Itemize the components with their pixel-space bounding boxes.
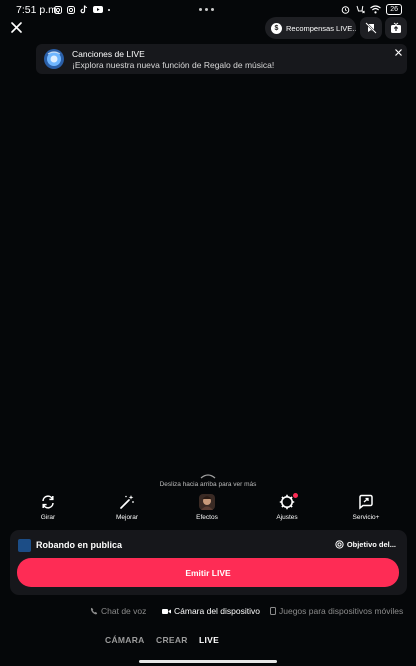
tiktok-icon	[80, 5, 88, 14]
coin-icon: $	[271, 22, 282, 34]
home-indicator[interactable]	[139, 660, 277, 663]
wifi-icon	[370, 5, 382, 14]
service-icon	[359, 494, 373, 510]
swipe-up-hint: Desliza hacia arriba para ver más	[159, 481, 257, 488]
share-screen-icon	[391, 22, 401, 33]
tool-label: Girar	[40, 514, 56, 521]
battery-icon: 26	[386, 4, 402, 15]
tab-live[interactable]: LIVE	[199, 635, 219, 645]
gift-off-icon	[365, 22, 377, 34]
close-icon	[10, 21, 22, 33]
camera-icon	[162, 608, 171, 614]
live-mode-selector: Chat de voz Cámara del dispositivo Juego…	[0, 606, 416, 618]
mode-label: Juegos para dispositivos móviles	[279, 606, 404, 616]
enhance-button[interactable]: Mejorar	[97, 493, 157, 521]
service-plus-button[interactable]: Servicio+	[336, 493, 396, 521]
close-icon	[394, 48, 402, 56]
bottom-tabs: CÁMARA CREAR LIVE	[0, 635, 416, 647]
banner-subtitle: ¡Explora nuestra nueva función de Regalo…	[72, 60, 275, 70]
mode-mobile-games[interactable]: Juegos para dispositivos móviles	[270, 606, 403, 616]
notification-icons	[54, 5, 110, 14]
status-bar: 7:51 p.m. 26	[0, 0, 416, 22]
go-live-button[interactable]: Emitir LIVE	[17, 558, 399, 587]
close-button[interactable]	[8, 19, 24, 35]
tab-create[interactable]: CREAR	[156, 635, 188, 645]
mode-voice-chat[interactable]: Chat de voz	[90, 606, 146, 616]
share-button[interactable]	[385, 17, 407, 39]
goal-label: Objetivo del...	[346, 540, 396, 549]
alarm-icon	[341, 6, 350, 14]
gift-settings-button[interactable]	[360, 17, 382, 39]
tool-label: Servicio+	[352, 514, 380, 521]
banner-title: Canciones de LIVE	[72, 49, 145, 59]
tool-label: Efectos	[196, 514, 218, 521]
live-rewards-label: Recompensas LIVE...	[286, 23, 356, 33]
camera-dots-icon	[199, 8, 214, 11]
stream-cover-thumbnail[interactable]	[18, 539, 31, 552]
music-disc-icon	[44, 49, 64, 69]
live-setup-screen: 7:51 p.m. 26 $ Recompensas LIVE... Canci…	[0, 0, 416, 666]
settings-button[interactable]: Ajustes	[257, 493, 317, 521]
live-panel: Robando en publica Objetivo del... Emiti…	[10, 530, 407, 595]
effects-icon	[199, 494, 215, 510]
tool-label: Mejorar	[115, 514, 139, 521]
rotate-icon	[42, 495, 54, 509]
instagram-icon	[54, 5, 62, 14]
youtube-icon	[93, 6, 103, 13]
more-notifications-icon	[108, 8, 110, 11]
target-icon	[335, 540, 344, 549]
mode-label: Chat de voz	[101, 606, 147, 616]
phone-icon	[90, 607, 98, 615]
vibrate-off-icon	[356, 5, 366, 14]
notification-dot	[293, 493, 298, 498]
mobile-icon	[270, 607, 276, 615]
effects-button[interactable]: Efectos	[177, 493, 237, 521]
magic-wand-icon	[120, 495, 134, 509]
mode-device-camera[interactable]: Cámara del dispositivo	[162, 606, 260, 616]
live-goal-button[interactable]: Objetivo del...	[335, 540, 396, 549]
mode-label: Cámara del dispositivo	[174, 606, 260, 616]
tools-row: Girar Mejorar Efectos Ajustes Servicio+	[0, 493, 416, 523]
stream-title[interactable]: Robando en publica	[36, 540, 122, 550]
instagram-icon	[67, 5, 75, 14]
tab-camera[interactable]: CÁMARA	[105, 635, 145, 645]
banner-close-button[interactable]	[393, 47, 403, 57]
live-songs-banner[interactable]: Canciones de LIVE ¡Explora nuestra nueva…	[36, 44, 407, 74]
live-rewards-button[interactable]: $ Recompensas LIVE...	[265, 17, 356, 39]
rotate-camera-button[interactable]: Girar	[18, 493, 78, 521]
chevron-up-icon	[200, 474, 216, 479]
tool-label: Ajustes	[276, 514, 298, 521]
system-icons: 26	[341, 4, 402, 15]
